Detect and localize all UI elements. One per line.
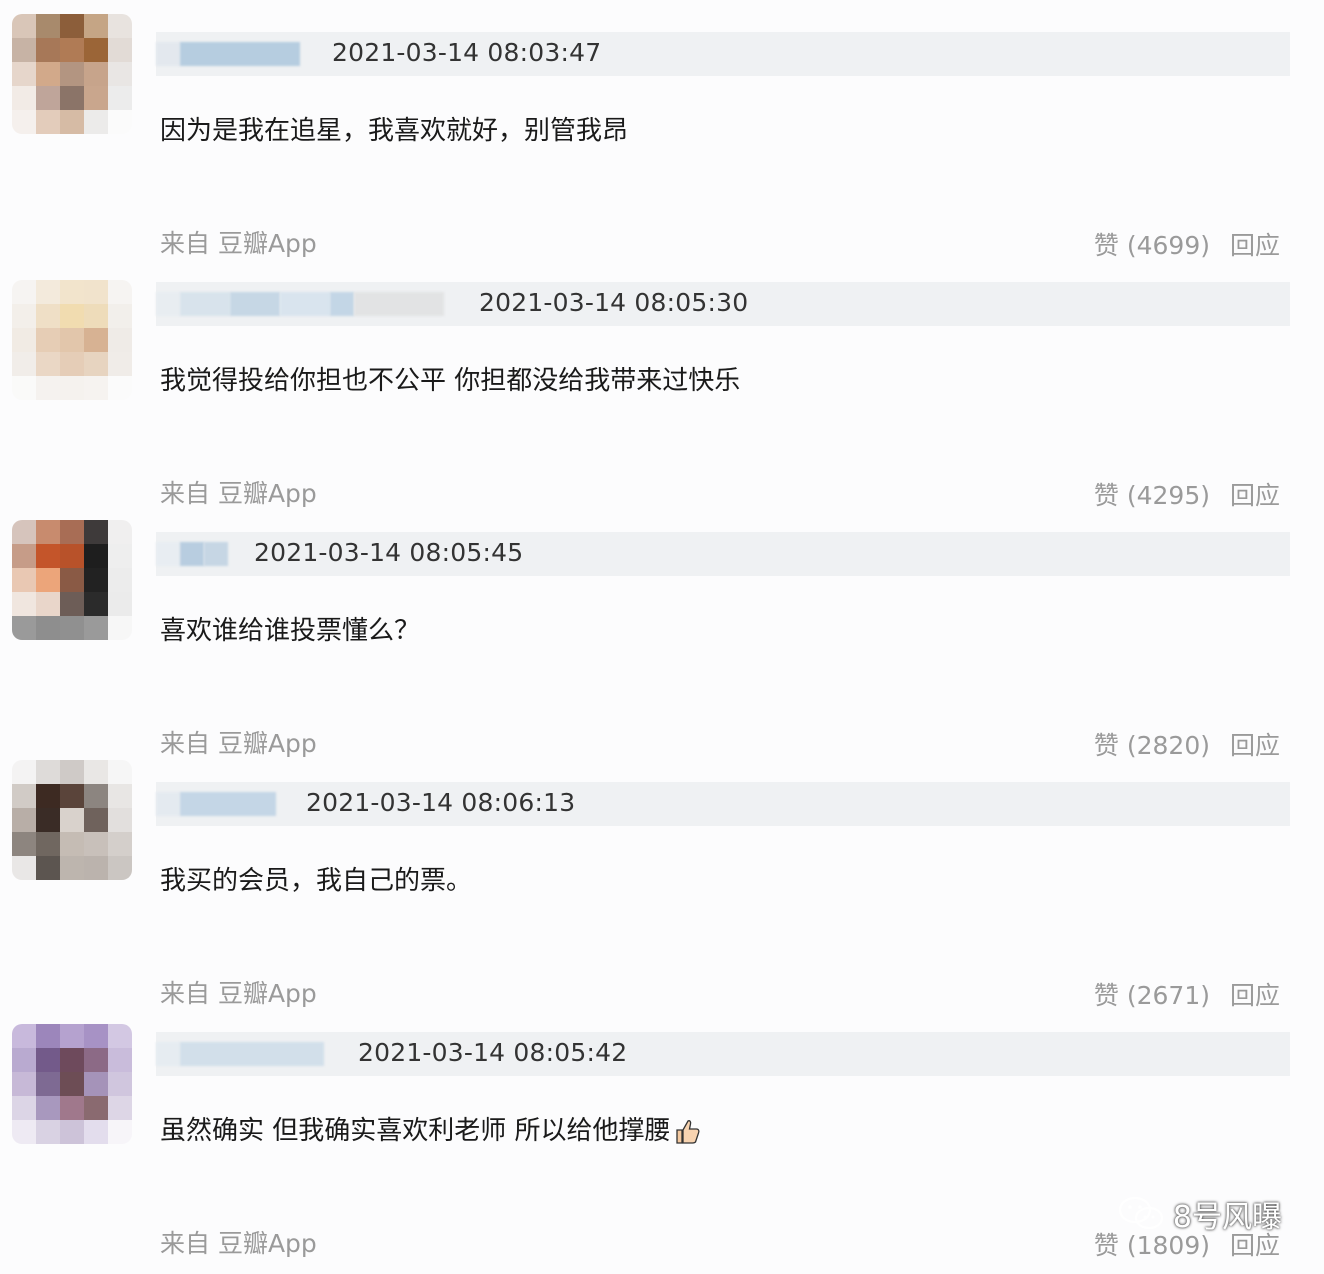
comment-text: 我买的会员，我自己的票。 (160, 866, 473, 896)
avatar[interactable] (12, 1024, 132, 1144)
comment-timestamp: 2021-03-14 08:05:30 (479, 288, 749, 317)
comment-item: 2021-03-14 08:06:13 我买的会员，我自己的票。 来自 豆瓣Ap… (0, 750, 1324, 1010)
comment-item: 2021-03-14 08:05:45 喜欢谁给谁投票懂么？ 来自 豆瓣App … (0, 500, 1324, 760)
comment-header: 2021-03-14 08:03:47 (156, 32, 1290, 76)
username-blurred[interactable] (156, 282, 444, 326)
avatar[interactable] (12, 14, 132, 134)
comment-header: 2021-03-14 08:05:42 (156, 1032, 1290, 1076)
comment-timestamp: 2021-03-14 08:05:45 (254, 538, 524, 567)
comment-text: 因为是我在追星，我喜欢就好，别管我昂 (160, 116, 629, 146)
avatar[interactable] (12, 520, 132, 640)
thumbs-up-icon (675, 1119, 700, 1144)
watermark-text: 8号风曝 (1172, 1200, 1282, 1235)
comment-header: 2021-03-14 08:05:45 (156, 532, 1290, 576)
comment-text: 喜欢谁给谁投票懂么？ (160, 616, 421, 646)
username-blurred[interactable] (156, 532, 228, 576)
comment-timestamp: 2021-03-14 08:05:42 (358, 1038, 628, 1067)
username-blurred[interactable] (156, 32, 300, 76)
watermark: 8号风曝 (1117, 1192, 1282, 1236)
comment-text: 我觉得投给你担也不公平 你担都没给我带来过快乐 (160, 366, 741, 396)
username-blurred[interactable] (156, 1032, 324, 1076)
comment-source: 来自 豆瓣App (160, 1229, 317, 1258)
username-blurred[interactable] (156, 782, 276, 826)
comment-timestamp: 2021-03-14 08:03:47 (332, 38, 602, 67)
avatar[interactable] (12, 280, 132, 400)
comment-header: 2021-03-14 08:06:13 (156, 782, 1290, 826)
avatar[interactable] (12, 760, 132, 880)
comment-text: 虽然确实 但我确实喜欢利老师 所以给他撑腰 (160, 1110, 703, 1147)
wechat-icon (1118, 1196, 1164, 1230)
comment-text-body: 虽然确实 但我确实喜欢利老师 所以给他撑腰 (160, 1116, 671, 1146)
comment-header: 2021-03-14 08:05:30 (156, 282, 1290, 326)
comment-timestamp: 2021-03-14 08:06:13 (306, 788, 576, 817)
comment-item: 2021-03-14 08:03:47 因为是我在追星，我喜欢就好，别管我昂 来… (0, 0, 1324, 260)
comment-item: 2021-03-14 08:05:30 我觉得投给你担也不公平 你担都没给我带来… (0, 250, 1324, 510)
